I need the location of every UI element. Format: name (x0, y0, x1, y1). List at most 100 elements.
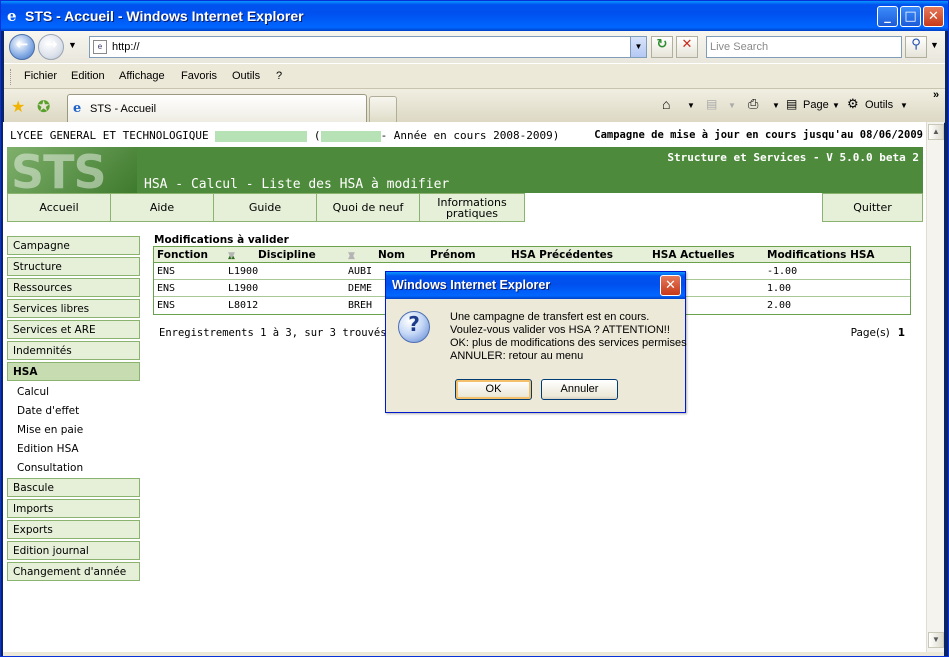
top-navigation: Accueil Aide Guide Quoi de neuf Informat… (7, 193, 923, 222)
col-discipline[interactable]: Discipline (258, 249, 316, 261)
url-text: http:// (112, 41, 140, 53)
dialog-line: ANNULER: retour au menu (450, 350, 584, 362)
cell-nom: DEME (348, 283, 373, 294)
url-field[interactable]: e http:// ▼ (89, 36, 647, 58)
home-icon[interactable]: ⌂ (662, 96, 670, 112)
vertical-scrollbar[interactable]: ▲ ▼ (926, 122, 944, 652)
cell-discipline: L1900 (228, 283, 259, 294)
col-prenom: Prénom (430, 249, 476, 261)
redacted-code (320, 130, 381, 142)
menu-affichage[interactable]: Affichage (119, 70, 165, 82)
nav-quitter[interactable]: Quitter (822, 193, 923, 222)
sidebar-item-ressources[interactable]: Ressources (7, 278, 140, 297)
cancel-button[interactable]: Annuler (541, 379, 618, 400)
new-tab-button[interactable] (369, 96, 397, 123)
school-year: - Année en cours 2008-2009) (380, 129, 560, 142)
sidebar-item-bascule[interactable]: Bascule (7, 478, 140, 497)
sidebar-sub-date-effet[interactable]: Date d'effet (17, 405, 79, 417)
forward-button[interactable]: → (38, 34, 64, 60)
tab-bar: ★ ✪ e STS - Accueil ⌂ ▼ ▤ ▼ ⎙ ▼ ▤ Page ▼… (4, 89, 945, 123)
col-modifications-hsa: Modifications HSA (767, 249, 875, 261)
sidebar-item-services-libres[interactable]: Services libres (7, 299, 140, 318)
tools-menu[interactable]: Outils (865, 99, 893, 111)
header-line: LYCEE GENERAL ET TECHNOLOGIQUE (- Année … (7, 128, 923, 143)
back-button[interactable]: ← (9, 34, 35, 60)
close-button[interactable]: ✕ (923, 6, 944, 27)
sidebar-item-imports[interactable]: Imports (7, 499, 140, 518)
sidebar-sub-consultation[interactable]: Consultation (17, 462, 83, 474)
cell-fonction: ENS (157, 300, 176, 311)
menu-edition[interactable]: Edition (71, 70, 105, 82)
sidebar-item-indemnites[interactable]: Indemnités (7, 341, 140, 360)
search-options-icon[interactable]: ▼ (930, 40, 939, 50)
sidebar-sub-mise-en-paie[interactable]: Mise en paie (17, 424, 83, 436)
scroll-down-icon[interactable]: ▼ (928, 632, 944, 648)
favorites-star-icon[interactable]: ★ (11, 97, 25, 116)
stop-button[interactable]: ✕ (676, 36, 698, 58)
sidebar-item-exports[interactable]: Exports (7, 520, 140, 539)
menu-outils[interactable]: Outils (232, 70, 260, 82)
search-icon[interactable]: ⚲ (905, 36, 927, 58)
nav-accueil[interactable]: Accueil (7, 193, 111, 222)
col-nom[interactable]: Nom (378, 249, 405, 261)
cell-nom: AUBI (348, 266, 373, 277)
col-fonction[interactable]: Fonction (157, 249, 208, 261)
logo-text: STS (11, 147, 107, 193)
scroll-up-icon[interactable]: ▲ (928, 124, 944, 140)
nav-quoi-de-neuf[interactable]: Quoi de neuf (316, 193, 420, 222)
question-icon: ? (398, 311, 430, 343)
nav-guide[interactable]: Guide (213, 193, 317, 222)
ok-button[interactable]: OK (455, 379, 532, 400)
history-dropdown-icon[interactable]: ▼ (68, 40, 77, 50)
col-hsa-precedentes: HSA Précédentes (511, 249, 613, 261)
records-count: Enregistrements 1 à 3, sur 3 trouvés (159, 327, 387, 339)
refresh-button[interactable]: ↻ (651, 36, 673, 58)
page-menu[interactable]: Page (803, 99, 829, 111)
sidebar-sub-edition-hsa[interactable]: Edition HSA (17, 443, 79, 455)
sidebar-item-hsa[interactable]: HSA (7, 362, 140, 381)
sidebar-item-services-are[interactable]: Services et ARE (7, 320, 140, 339)
ie-tab-icon: e (73, 101, 82, 116)
pager: Page(s) 1 (851, 327, 905, 339)
cell-nom: BREH (348, 300, 373, 311)
section-title: Modifications à valider (154, 234, 289, 246)
dialog-close-button[interactable]: ✕ (660, 275, 681, 296)
pages-label: Page(s) (850, 327, 890, 339)
table-header: Fonction ▲ ▼ Discipline ▲ ▼ Nom Prénom HSA… (154, 247, 910, 263)
maximize-button[interactable]: □ (900, 6, 921, 27)
dialog-title: Windows Internet Explorer (392, 278, 551, 292)
campaign-info: Campagne de mise à jour en cours jusqu'a… (594, 129, 923, 141)
feeds-icon[interactable]: ▤ (706, 97, 717, 111)
sidebar-item-edition-journal[interactable]: Edition journal (7, 541, 140, 560)
nav-aide[interactable]: Aide (110, 193, 214, 222)
page-number[interactable]: 1 (898, 327, 905, 339)
search-input[interactable] (707, 37, 901, 57)
sidebar-item-structure[interactable]: Structure (7, 257, 140, 276)
sidebar-item-changement-annee[interactable]: Changement d'année (7, 562, 140, 581)
home-dropdown-icon[interactable]: ▼ (687, 101, 695, 110)
tools-dropdown-icon[interactable]: ▼ (900, 101, 908, 110)
menu-fichier[interactable]: Fichier (24, 70, 57, 82)
menu-help[interactable]: ? (276, 70, 282, 82)
tab-sts-accueil[interactable]: e STS - Accueil (67, 94, 367, 123)
page-dropdown-icon[interactable]: ▼ (832, 101, 840, 110)
print-icon[interactable]: ⎙ (748, 96, 758, 112)
dialog-line: Une campagne de transfert est en cours. (450, 311, 650, 323)
title-bar: e STS - Accueil - Windows Internet Explo… (1, 1, 948, 31)
sidebar-item-campagne[interactable]: Campagne (7, 236, 140, 255)
school-name: LYCEE GENERAL ET TECHNOLOGIQUE (10, 129, 209, 142)
search-box[interactable] (706, 36, 902, 58)
feeds-dropdown-icon[interactable]: ▼ (728, 101, 736, 110)
chevron-right-icon[interactable]: » (933, 89, 939, 101)
redacted-name (215, 130, 308, 142)
sidebar-sub-calcul[interactable]: Calcul (17, 386, 49, 398)
cell-discipline: L8012 (228, 300, 259, 311)
window-title: STS - Accueil - Windows Internet Explore… (25, 8, 304, 24)
menu-favoris[interactable]: Favoris (181, 70, 217, 82)
add-favorites-icon[interactable]: ✪ (37, 97, 50, 116)
minimize-button[interactable]: _ (877, 6, 898, 27)
url-dropdown-icon[interactable]: ▼ (630, 37, 646, 57)
print-dropdown-icon[interactable]: ▼ (772, 101, 780, 110)
nav-informations-pratiques[interactable]: Informations pratiques (419, 193, 525, 222)
app-version: Structure et Services - V 5.0.0 beta 2 (667, 151, 919, 164)
